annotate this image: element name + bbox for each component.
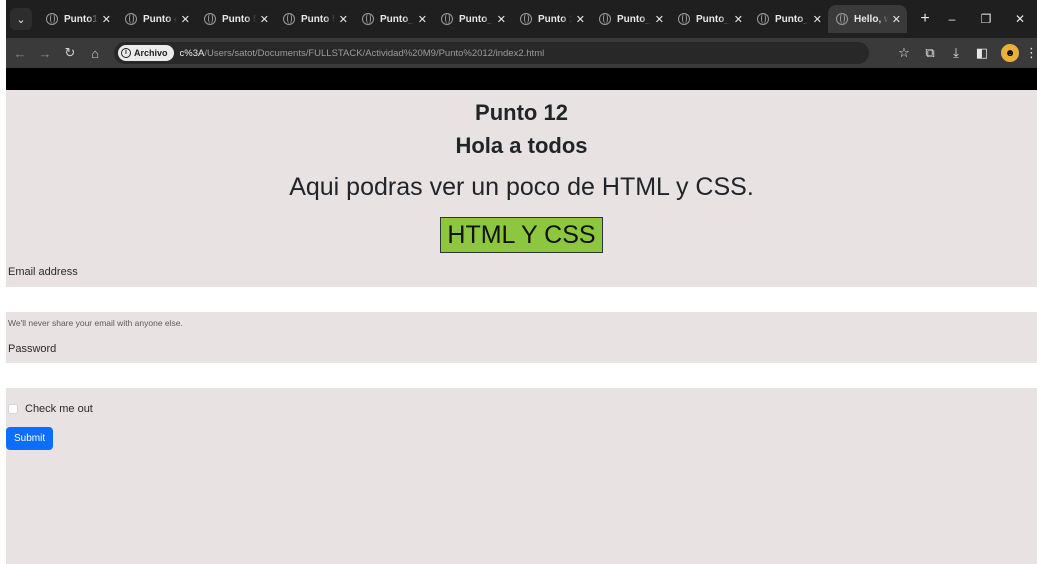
tab-close-icon[interactable]: ✕ (418, 13, 427, 26)
restore-button[interactable]: ❐ (969, 12, 1003, 26)
url-path: /Users/satot/Documents/FULLSTACK/Activid… (204, 47, 545, 59)
tab-label: Punto_1 (617, 13, 651, 25)
home-icon[interactable]: ⌂ (84, 46, 106, 61)
globe-icon (599, 13, 611, 25)
tab-label: Punto_1 (696, 13, 730, 25)
badge-wrapper: HTML Y CSS (6, 217, 1037, 253)
tab-close-icon[interactable]: ✕ (181, 13, 190, 26)
menu-kebab-icon[interactable]: ⋮ (1025, 45, 1037, 61)
globe-icon (362, 13, 374, 25)
tab-close-icon[interactable]: ✕ (655, 13, 664, 26)
page-subtitle: Hola a todos (455, 133, 588, 158)
tab-label: Punto1.2 (64, 13, 98, 25)
tab-list: Punto1.2✕Punto 4✕Punto 5✕Punto 5i✕Punto_… (38, 0, 907, 38)
globe-icon (441, 13, 453, 25)
tab-label: Punto 1( (538, 13, 572, 25)
tab-label: Punto 5 (222, 13, 256, 25)
tab-label: Punto_s (380, 13, 414, 25)
tab-close-icon[interactable]: ✕ (102, 13, 111, 26)
globe-icon (125, 13, 137, 25)
browser-tab[interactable]: Punto1.2 ✕ (38, 5, 117, 33)
tab-label: Punto_1 (775, 13, 809, 25)
browser-tab[interactable]: Hello, w ✕ (828, 5, 907, 33)
tab-label: Punto 5i (301, 13, 335, 25)
minimize-button[interactable]: – (935, 12, 969, 26)
globe-icon (204, 13, 216, 25)
tab-close-icon[interactable]: ✕ (260, 13, 269, 26)
password-field[interactable] (6, 363, 1037, 388)
address-bar[interactable]: i Archivo c%3A/Users/satot/Documents/FUL… (114, 42, 869, 64)
download-icon[interactable]: ⤓ (943, 45, 969, 61)
extensions-icon[interactable]: ⧉ (917, 45, 943, 61)
tab-search-chevron-icon[interactable]: ⌄ (10, 8, 32, 30)
browser-tab[interactable]: Punto_9 ✕ (433, 5, 512, 33)
back-arrow-icon[interactable]: ← (9, 46, 31, 61)
email-help-text: We'll never share your email with anyone… (8, 318, 183, 328)
globe-icon (283, 13, 295, 25)
site-info-label: Archivo (134, 48, 168, 58)
check-me-out-label[interactable]: Check me out (25, 403, 93, 415)
globe-icon (678, 13, 690, 25)
browser-toolbar: ← → ↻ ⌂ i Archivo c%3A/Users/satot/Docum… (6, 38, 1037, 68)
password-label: Password (8, 343, 57, 355)
page-content: Punto 12 Hola a todos Aqui podras ver un… (6, 90, 1037, 564)
browser-tab[interactable]: Punto_1 ✕ (749, 5, 828, 33)
globe-icon (757, 13, 769, 25)
tab-label: Punto_9 (459, 13, 493, 25)
bookmark-star-icon[interactable]: ☆ (891, 45, 917, 61)
browser-tab[interactable]: Punto 5 ✕ (196, 5, 275, 33)
check-me-out-checkbox[interactable] (8, 404, 18, 414)
browser-tab[interactable]: Punto 1( ✕ (512, 5, 591, 33)
browser-tab[interactable]: Punto_s ✕ (354, 5, 433, 33)
tab-close-icon[interactable]: ✕ (892, 13, 901, 26)
globe-icon (520, 13, 532, 25)
tab-close-icon[interactable]: ✕ (813, 13, 822, 26)
forward-arrow-icon[interactable]: → (34, 46, 56, 61)
page-title: Punto 12 (475, 100, 568, 125)
globe-icon (836, 13, 848, 25)
tab-close-icon[interactable]: ✕ (576, 13, 585, 26)
check-row: Check me out (6, 403, 1037, 415)
tab-label: Hello, w (854, 13, 888, 25)
globe-icon (46, 13, 58, 25)
browser-tab[interactable]: Punto_1 ✕ (670, 5, 749, 33)
tab-close-icon[interactable]: ✕ (734, 13, 743, 26)
window-controls: – ❐ ✕ (935, 0, 1037, 38)
browser-tab[interactable]: Punto 4 ✕ (117, 5, 196, 33)
toolbar-actions: ☆ ⧉ ⤓ ◧ ☻ ⋮ (891, 38, 1037, 68)
side-panel-icon[interactable]: ◧ (969, 45, 995, 61)
tab-label: Punto 4 (143, 13, 177, 25)
url-text[interactable]: c%3A/Users/satot/Documents/FULLSTACK/Act… (180, 48, 545, 59)
browser-tab[interactable]: Punto_1 ✕ (591, 5, 670, 33)
tab-strip: ⌄ Punto1.2✕Punto 4✕Punto 5✕Punto 5i✕Punt… (6, 0, 1037, 38)
reload-icon[interactable]: ↻ (59, 45, 81, 61)
html-css-badge: HTML Y CSS (440, 217, 603, 253)
bookmark-bar (6, 68, 1037, 90)
profile-avatar[interactable]: ☻ (1001, 44, 1019, 62)
browser-tab[interactable]: Punto 5i ✕ (275, 5, 354, 33)
info-icon: i (121, 48, 131, 58)
tab-close-icon[interactable]: ✕ (339, 13, 348, 26)
new-tab-button[interactable]: + (915, 10, 935, 28)
submit-button[interactable]: Submit (6, 427, 54, 450)
login-form: Email address We'll never share your ema… (6, 266, 1037, 450)
close-window-button[interactable]: ✕ (1003, 12, 1037, 26)
email-label: Email address (8, 266, 78, 278)
url-host: c%3A (179, 47, 205, 59)
email-field[interactable] (6, 287, 1037, 312)
site-info-chip[interactable]: i Archivo (118, 45, 174, 61)
lead-text: Aqui podras ver un poco de HTML y CSS. (289, 173, 754, 201)
tab-close-icon[interactable]: ✕ (497, 13, 506, 26)
